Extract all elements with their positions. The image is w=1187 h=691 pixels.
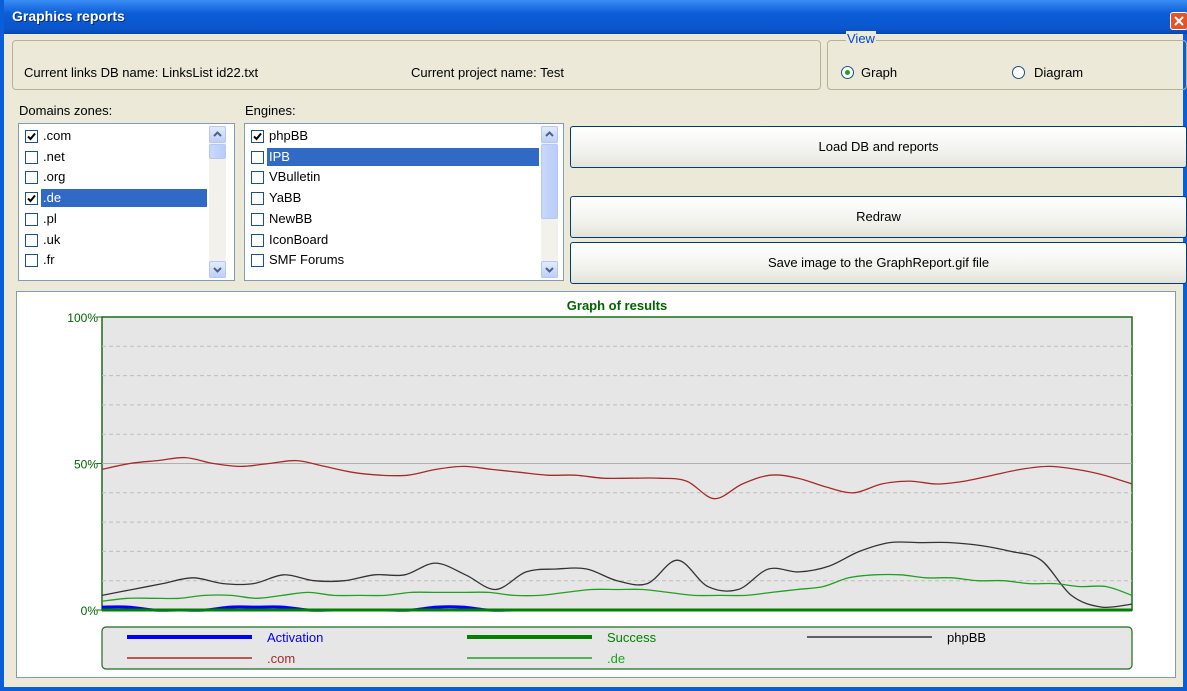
checkmark-icon — [253, 132, 262, 141]
save-image-button[interactable]: Save image to the GraphReport.gif file — [570, 242, 1187, 284]
domains-list[interactable]: .com .net .org .de .pl .uk .fr — [18, 123, 235, 281]
project-name-label: Current project name: Test — [411, 65, 564, 80]
domains-list-item[interactable]: .uk — [21, 230, 205, 250]
engines-list-item[interactable]: IPB — [247, 147, 539, 167]
checkbox[interactable] — [251, 150, 264, 164]
checkbox[interactable] — [25, 254, 38, 268]
checkbox[interactable] — [25, 150, 38, 164]
radio-icon — [1012, 66, 1025, 79]
legend-label: .de — [607, 651, 625, 666]
y-tick-label: 0% — [81, 604, 99, 618]
checkbox[interactable] — [25, 130, 38, 143]
results-chart: Graph of results 100% 50% 0% Activation Succe… — [67, 298, 1133, 670]
save-image-label: Save image to the GraphReport.gif file — [767, 255, 990, 270]
domains-list-item[interactable]: .fr — [21, 250, 205, 270]
domains-scrollbar[interactable] — [209, 126, 226, 278]
view-groupbox: View Graph Diagram — [827, 31, 1187, 90]
legend-label: phpBB — [947, 630, 986, 645]
view-graph-label: Graph — [861, 65, 898, 80]
radio-icon — [841, 66, 854, 79]
checkbox[interactable] — [251, 212, 264, 226]
engines-item-label: SMF Forums — [269, 252, 345, 268]
checkbox[interactable] — [25, 212, 38, 226]
checkmark-icon — [27, 132, 36, 141]
engines-label: Engines: — [245, 103, 296, 118]
load-db-label: Load DB and reports — [818, 139, 939, 154]
engines-item-label: NewBB — [269, 210, 313, 226]
view-legend: View — [846, 31, 876, 46]
legend-label: Activation — [267, 630, 323, 645]
engines-item-label: VBulletin — [269, 169, 321, 185]
domains-item-label: .uk — [43, 231, 61, 247]
window-title: Graphics reports — [12, 8, 125, 24]
checkbox[interactable] — [251, 192, 264, 206]
domains-item-label: .com — [43, 128, 72, 143]
engines-list-item[interactable]: NewBB — [247, 209, 537, 229]
close-icon — [1174, 16, 1184, 26]
checkbox[interactable] — [25, 192, 38, 206]
checkbox[interactable] — [251, 130, 264, 143]
chevron-up-icon — [545, 131, 554, 137]
checkbox[interactable] — [251, 171, 264, 185]
graph-panel: Graph of results 100% 50% 0% Activation Succe… — [16, 291, 1176, 678]
scroll-up-button[interactable] — [541, 126, 558, 143]
engines-item-label: phpBB — [269, 128, 309, 143]
redraw-button[interactable]: Redraw — [570, 196, 1187, 238]
domains-item-label: .fr — [43, 252, 55, 268]
redraw-label: Redraw — [856, 209, 901, 224]
engines-item-label: IconBoard — [269, 231, 329, 247]
scroll-thumb[interactable] — [209, 144, 226, 159]
title-bar[interactable]: Graphics reports — [4, 0, 1187, 34]
scroll-down-button[interactable] — [541, 261, 558, 278]
chevron-up-icon — [213, 131, 222, 137]
engines-scrollbar[interactable] — [541, 126, 558, 278]
close-button[interactable] — [1170, 12, 1187, 30]
engines-list[interactable]: phpBB IPB VBulletin YaBB NewBB IconBoard SMF F… — [244, 123, 564, 281]
domains-item-label: .net — [43, 148, 65, 164]
load-db-button[interactable]: Load DB and reports — [570, 126, 1187, 168]
checkbox[interactable] — [251, 233, 264, 247]
y-tick-label: 50% — [74, 458, 98, 472]
scroll-thumb[interactable] — [541, 144, 558, 219]
engines-item-label: IPB — [267, 147, 539, 166]
links-db-label: Current links DB name: LinksList id22.tx… — [24, 65, 259, 80]
domains-list-item[interactable]: .pl — [21, 209, 205, 229]
scroll-down-button[interactable] — [209, 261, 226, 278]
chart-title: Graph of results — [567, 298, 667, 313]
checkbox[interactable] — [25, 233, 38, 247]
view-diagram-radio[interactable]: Diagram — [1012, 64, 1112, 82]
domains-list-item[interactable]: .de — [21, 188, 207, 208]
graphics-reports-window: Graphics reports Current links DB name: … — [0, 0, 1187, 691]
checkbox[interactable] — [25, 171, 38, 185]
chevron-down-icon — [213, 267, 222, 273]
domains-list-item[interactable]: .net — [21, 147, 205, 167]
checkbox[interactable] — [251, 254, 264, 268]
domains-item-label: .org — [43, 169, 66, 185]
chevron-down-icon — [545, 267, 554, 273]
engines-list-item[interactable]: SMF Forums — [247, 250, 537, 270]
engines-list-item[interactable]: YaBB — [247, 188, 537, 208]
checkmark-icon — [27, 194, 36, 203]
info-panel: Current links DB name: LinksList id22.tx… — [12, 40, 821, 90]
scroll-up-button[interactable] — [209, 126, 226, 143]
engines-list-item[interactable]: phpBB — [247, 126, 537, 146]
y-tick-label: 100% — [67, 311, 98, 325]
domains-item-label: .pl — [43, 210, 57, 226]
engines-item-label: YaBB — [269, 190, 302, 206]
view-graph-radio[interactable]: Graph — [841, 64, 941, 82]
engines-list-item[interactable]: VBulletin — [247, 167, 537, 187]
domains-list-item[interactable]: .org — [21, 167, 205, 187]
engines-list-item[interactable]: IconBoard — [247, 230, 537, 250]
legend-label: .com — [267, 651, 295, 666]
domains-list-item[interactable]: .com — [21, 126, 205, 146]
legend-label: Success — [607, 630, 657, 645]
domains-zones-label: Domains zones: — [19, 103, 113, 118]
view-diagram-label: Diagram — [1034, 65, 1084, 80]
domains-item-label: .de — [41, 189, 207, 208]
